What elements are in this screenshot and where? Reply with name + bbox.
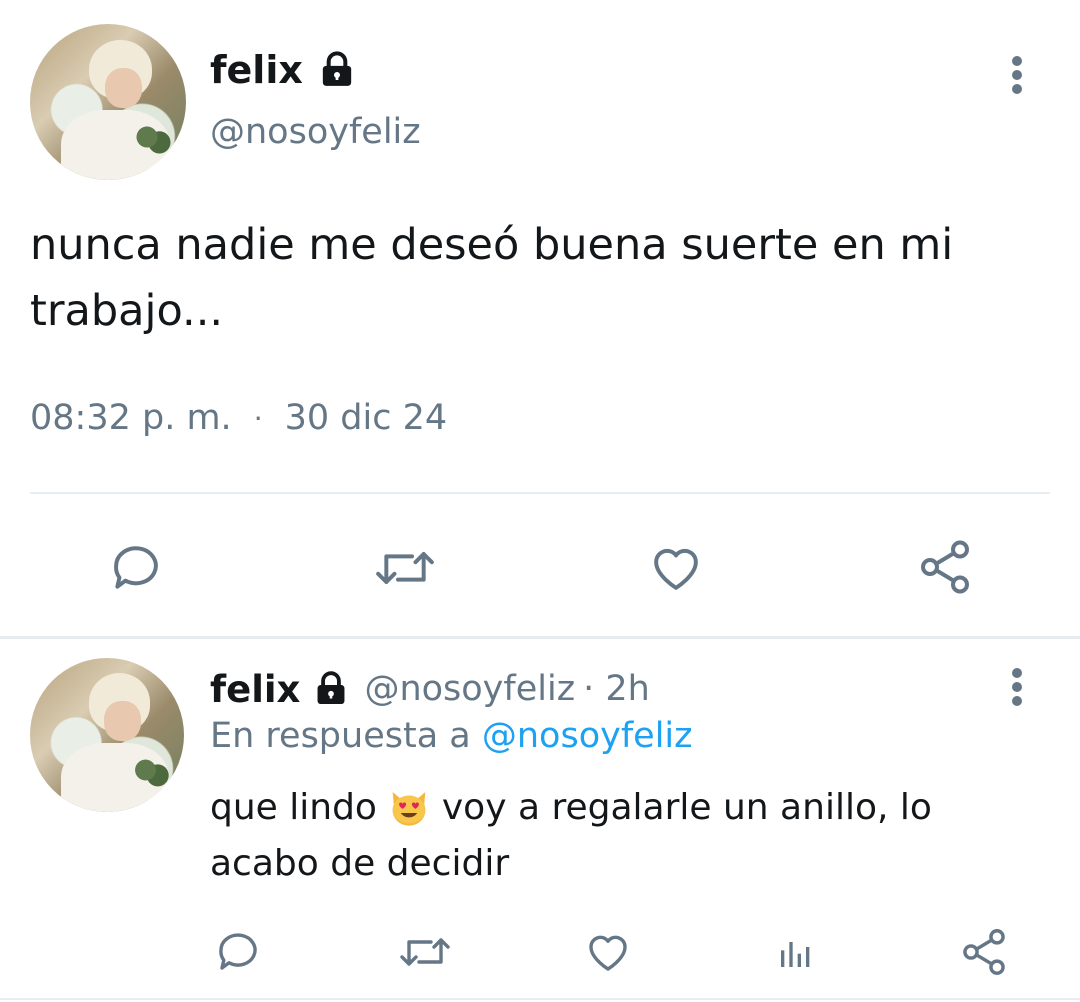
author-name[interactable]: felix [210,48,303,92]
reply-author-name[interactable]: felix [210,668,300,711]
retweet-icon[interactable] [396,926,454,978]
reply-icon[interactable] [212,926,264,978]
more-vertical-icon[interactable] [996,50,1038,100]
in-reply-handle-link[interactable]: @nosoyfeliz [482,716,693,756]
tweet-text-line-2: trabajo... [30,286,224,336]
reply-text-after-emoji: voy a regalarle un anillo, lo [441,787,932,828]
like-icon[interactable] [582,926,634,978]
tweet-time: 08:32 p. m. [30,398,232,438]
retweet-icon[interactable] [370,536,440,600]
reply-author-handle[interactable]: @nosoyfeliz [364,669,575,709]
avatar[interactable] [30,24,186,180]
tweet-text-line-1: nunca nadie me deseó buena suerte en mi [30,220,954,270]
tweet-timestamp[interactable]: 08:32 p. m. · 30 dic 24 [30,398,447,438]
smiling-cat-heart-eyes-icon [388,785,430,827]
section-divider [0,636,1080,639]
divider [30,492,1050,494]
in-reply-prefix: En respuesta a [210,716,471,756]
author-header: felix [210,40,357,100]
reply-age: · 2h [583,669,650,709]
bottom-divider [0,998,1080,1000]
share-icon[interactable] [912,534,978,600]
lock-icon [317,671,345,705]
in-reply-to: En respuesta a @nosoyfeliz [210,716,693,756]
like-icon[interactable] [644,536,708,600]
reply-text-line-2: acabo de decidir [210,843,510,884]
more-vertical-icon[interactable] [996,664,1038,710]
tweet-text: nunca nadie me deseó buena suerte en mi … [30,212,1050,344]
reply-avatar[interactable] [30,658,184,812]
reply-header: felix @nosoyfeliz · 2h [210,662,650,716]
analytics-icon[interactable] [774,928,818,976]
share-icon[interactable] [956,924,1012,980]
meta-separator: · [253,401,263,435]
lock-icon [322,51,352,86]
tweet-date: 30 dic 24 [284,398,448,438]
reply-text-line-1: que lindo voy a regalarle un anillo, lo [210,780,1030,836]
reply-text-before-emoji: que lindo [210,787,377,828]
author-handle[interactable]: @nosoyfeliz [210,112,421,152]
reply-icon[interactable] [104,536,168,600]
reply-text: que lindo voy a regalarle un anillo, lo … [210,780,1030,892]
